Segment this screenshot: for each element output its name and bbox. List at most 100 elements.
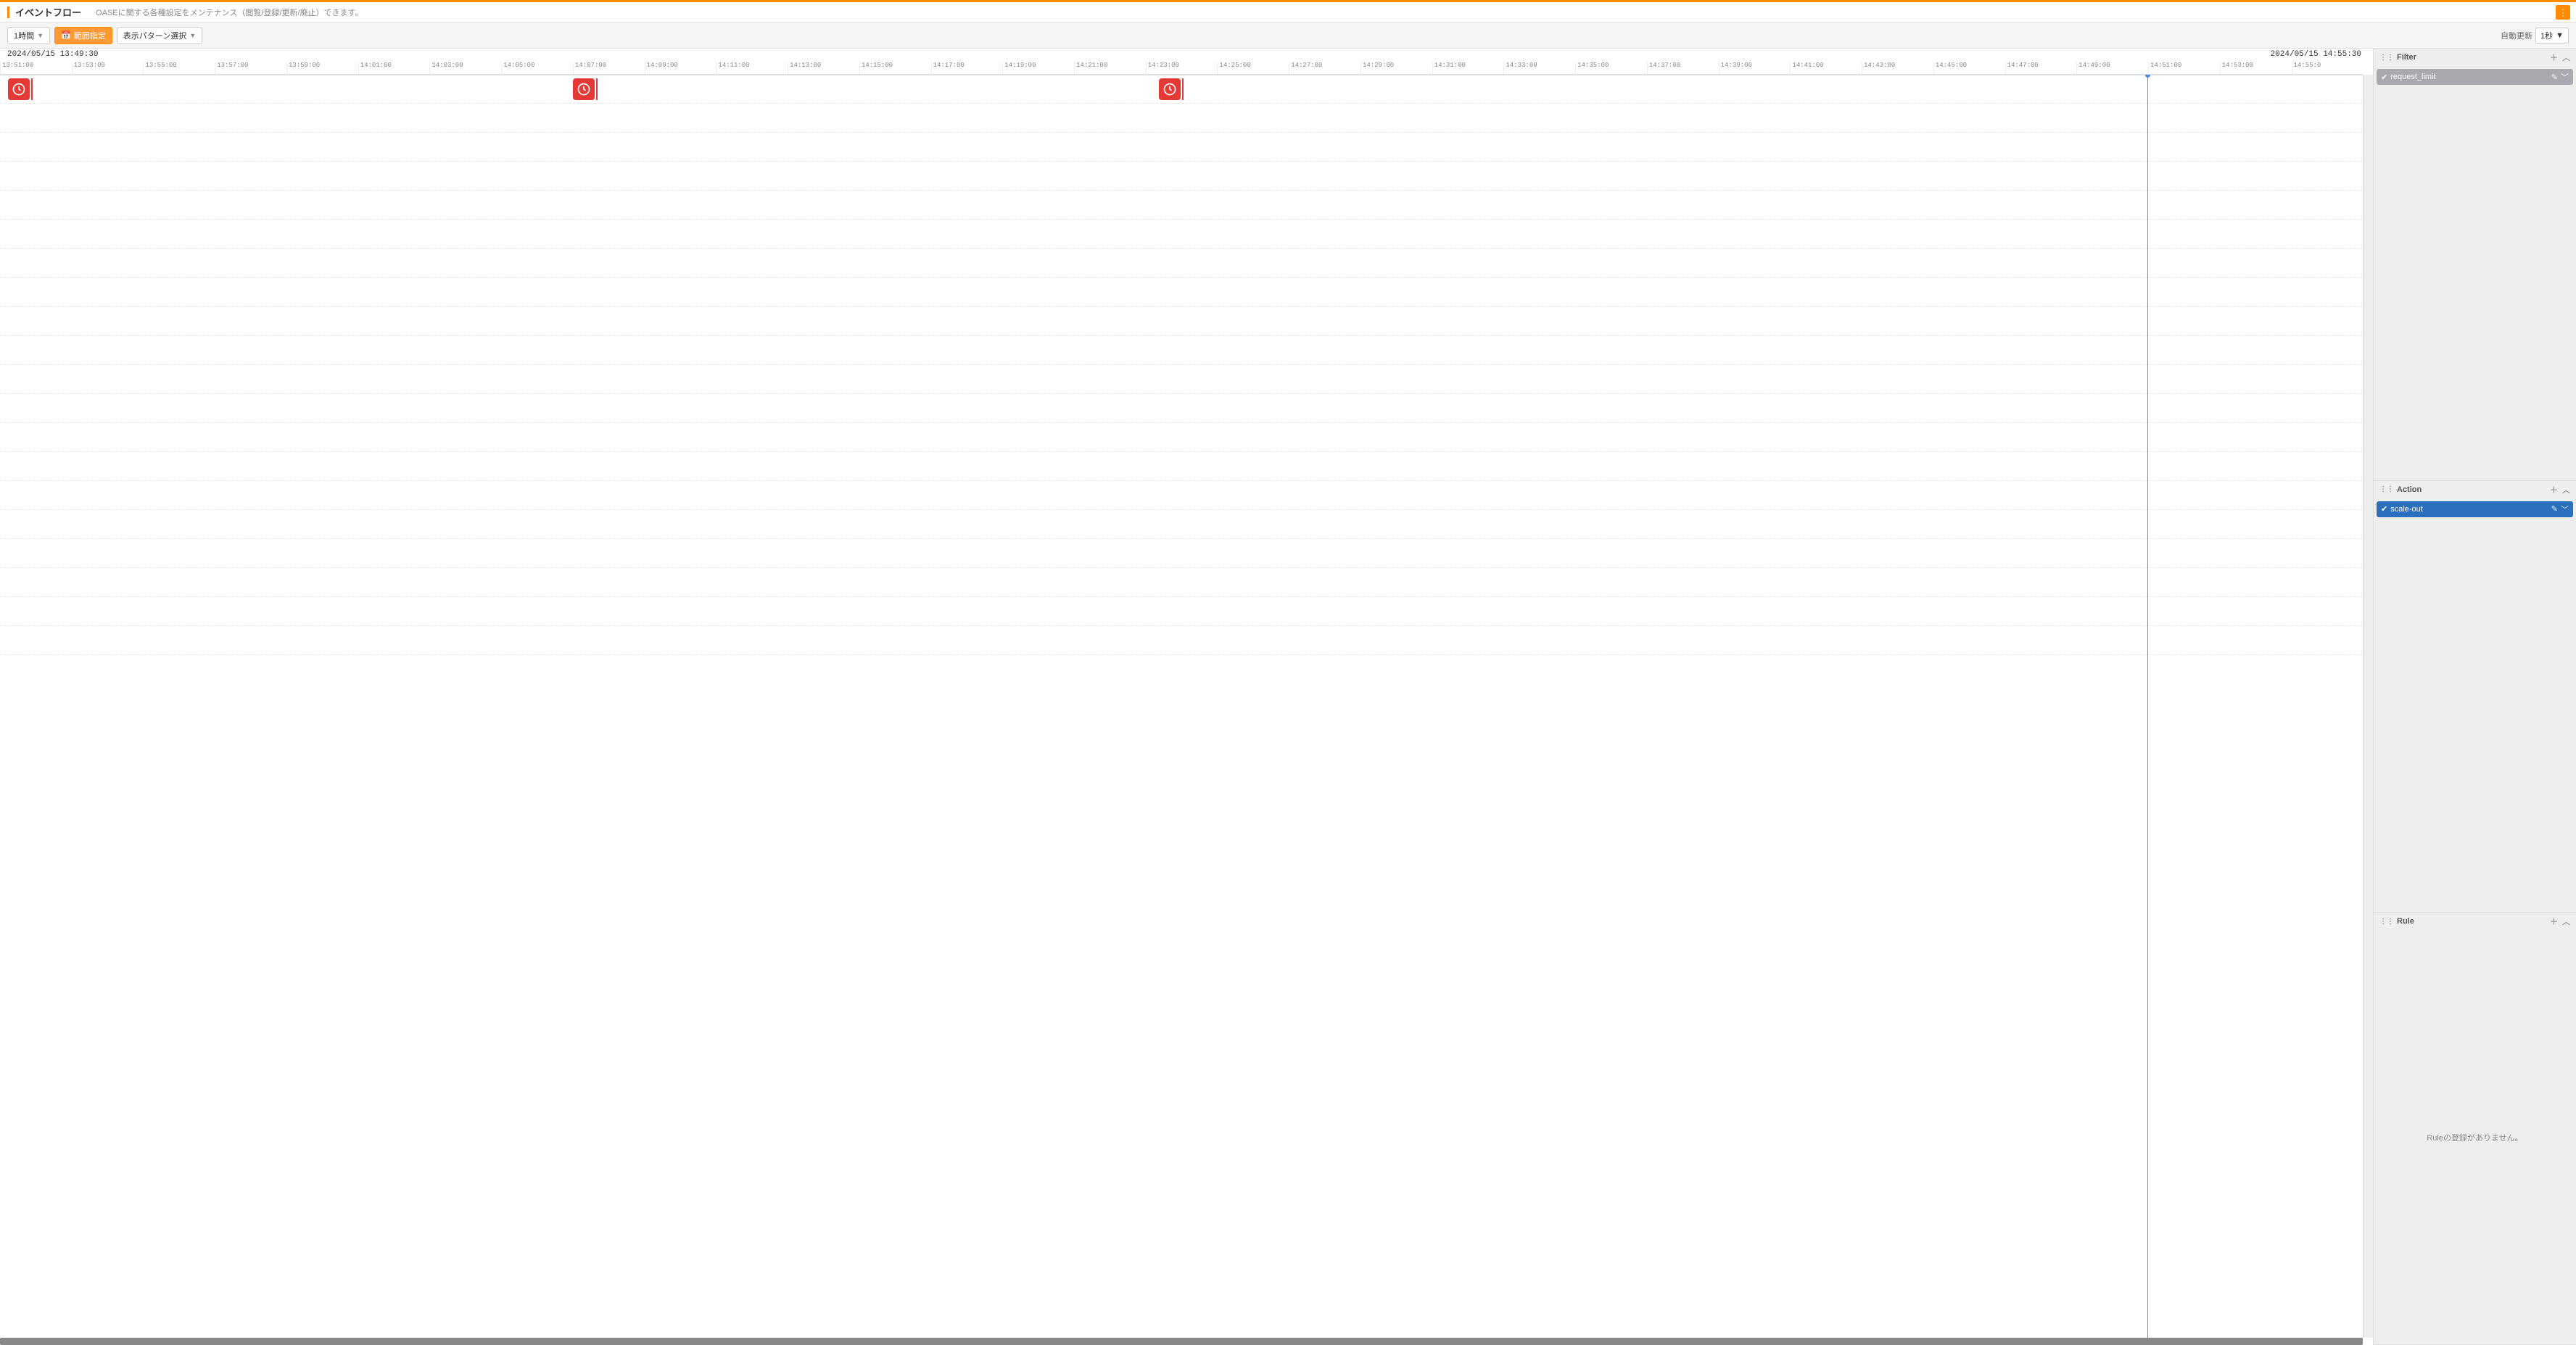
timeline-area: 2024/05/15 13:49:30 2024/05/15 14:55:30 … <box>0 49 2373 1345</box>
timeline-tick: 14:45:00 <box>1933 62 2005 74</box>
edit-item-button[interactable]: ✎ <box>2551 504 2558 514</box>
timeline-row <box>0 510 2363 539</box>
timeline-tick: 14:13:00 <box>788 62 859 74</box>
grip-icon[interactable]: ⋮⋮ <box>2379 485 2394 493</box>
timeline-tick: 14:51:00 <box>2148 62 2220 74</box>
timeline-start-timestamp: 2024/05/15 13:49:30 <box>7 50 98 59</box>
action-panel-body: ✔scale-out✎﹀ <box>2374 498 2576 913</box>
timeline-rows <box>0 75 2363 1338</box>
timeline-row <box>0 423 2363 452</box>
timeline-row <box>0 104 2363 133</box>
timeout-event-icon[interactable] <box>1159 78 1181 100</box>
rule-panel-body: Ruleの登録がありません。 <box>2374 930 2576 1344</box>
timeline-tick-row: 13:51:0013:53:0013:55:0013:57:0013:59:00… <box>0 62 2363 75</box>
timeline-tick: 14:29:00 <box>1361 62 1432 74</box>
timeline-tick: 13:55:00 <box>143 62 215 74</box>
timeout-event-icon[interactable] <box>573 78 595 100</box>
range-specify-button[interactable]: 📅 範囲指定 <box>54 27 112 44</box>
timeline-tick: 14:05:00 <box>501 62 573 74</box>
refresh-interval-value: 1秒 <box>2540 30 2553 41</box>
panel-item-label: request_limit <box>2390 73 2435 81</box>
timeline-tick: 14:21:00 <box>1074 62 1146 74</box>
header-menu-button[interactable]: ⋮ <box>2556 5 2570 20</box>
collapse-action-button[interactable]: ︿ <box>2562 484 2570 495</box>
timeline-row <box>0 365 2363 394</box>
timeline-tick: 14:33:00 <box>1503 62 1575 74</box>
timeline-row <box>0 220 2363 249</box>
timeline-header: 2024/05/15 13:49:30 2024/05/15 14:55:30 … <box>0 49 2373 75</box>
timeline-tick: 14:39:00 <box>1719 62 1791 74</box>
add-filter-button[interactable]: ＋ <box>2550 52 2558 63</box>
timeline-tick: 14:11:00 <box>716 62 788 74</box>
expand-item-button[interactable]: ﹀ <box>2561 71 2569 83</box>
page-description: OASEに関する各種設定をメンテナンス（閲覧/登録/更新/廃止）できます。 <box>96 7 363 18</box>
refresh-interval-dropdown[interactable]: 1秒 ▼ <box>2535 28 2569 44</box>
timeline-row <box>0 481 2363 510</box>
panel-item[interactable]: ✔scale-out✎﹀ <box>2377 501 2573 517</box>
vertical-scrollbar[interactable] <box>2363 75 2373 1338</box>
page-title: イベントフロー <box>15 5 81 19</box>
action-panel-title: Action <box>2397 485 2422 494</box>
add-rule-button[interactable]: ＋ <box>2550 916 2558 927</box>
toolbar-right: 自動更新 1秒 ▼ <box>2501 28 2569 44</box>
timeline-tick: 14:47:00 <box>2005 62 2077 74</box>
rule-empty-message: Ruleの登録がありません。 <box>2377 933 2573 1341</box>
page-header: イベントフロー OASEに関する各種設定をメンテナンス（閲覧/登録/更新/廃止）… <box>0 2 2576 22</box>
side-panels: ⋮⋮ Filter ＋ ︿ ✔request_limit✎﹀ ⋮⋮ Action… <box>2373 49 2576 1345</box>
chevron-down-icon: ▼ <box>189 32 196 39</box>
timeline-row <box>0 568 2363 597</box>
add-action-button[interactable]: ＋ <box>2550 484 2558 495</box>
rule-panel: ⋮⋮ Rule ＋ ︿ Ruleの登録がありません。 <box>2374 913 2576 1345</box>
timeline-tick: 14:41:00 <box>1790 62 1862 74</box>
timeline-body[interactable] <box>0 75 2373 1345</box>
collapse-rule-button[interactable]: ︿ <box>2562 916 2570 927</box>
time-range-dropdown[interactable]: 1時間 ▼ <box>7 27 50 44</box>
timeline-tick: 14:01:00 <box>358 62 430 74</box>
timeout-event-icon[interactable] <box>8 78 30 100</box>
expand-item-button[interactable]: ﹀ <box>2561 503 2569 515</box>
timeline-tick: 14:37:00 <box>1647 62 1719 74</box>
edit-item-button[interactable]: ✎ <box>2551 73 2558 82</box>
header-accent <box>7 7 9 18</box>
timeline-row <box>0 307 2363 336</box>
timeline-tick: 13:51:00 <box>0 62 72 74</box>
timeline-row <box>0 75 2363 104</box>
display-pattern-dropdown[interactable]: 表示パターン選択 ▼ <box>117 27 202 44</box>
timeline-tick: 14:23:00 <box>1146 62 1218 74</box>
time-range-label: 1時間 <box>14 30 34 41</box>
filter-panel-body: ✔request_limit✎﹀ <box>2374 66 2576 480</box>
timeline-tick: 14:35:00 <box>1575 62 1647 74</box>
timeline-tick: 14:03:00 <box>429 62 501 74</box>
event-marker-bar <box>31 78 33 100</box>
filter-panel-title: Filter <box>2397 53 2416 62</box>
event-marker-bar <box>1182 78 1184 100</box>
rule-panel-header: ⋮⋮ Rule ＋ ︿ <box>2374 913 2576 930</box>
grip-icon[interactable]: ⋮⋮ <box>2379 54 2394 62</box>
auto-refresh-label: 自動更新 <box>2501 30 2532 41</box>
timeline-tick: 14:31:00 <box>1432 62 1504 74</box>
grip-icon[interactable]: ⋮⋮ <box>2379 918 2394 926</box>
toolbar: 1時間 ▼ 📅 範囲指定 表示パターン選択 ▼ 自動更新 1秒 ▼ <box>0 22 2576 49</box>
timeline-end-timestamp: 2024/05/15 14:55:30 <box>2271 50 2361 59</box>
timeline-row <box>0 394 2363 423</box>
timeline-row <box>0 191 2363 220</box>
collapse-filter-button[interactable]: ︿ <box>2562 52 2570 63</box>
timeline-row <box>0 539 2363 568</box>
filter-panel-header: ⋮⋮ Filter ＋ ︿ <box>2374 49 2576 66</box>
timeline-row <box>0 162 2363 191</box>
timeline-row <box>0 336 2363 365</box>
horizontal-scrollbar[interactable] <box>0 1338 2363 1345</box>
display-pattern-label: 表示パターン選択 <box>123 30 186 41</box>
timeline-tick: 13:59:00 <box>286 62 358 74</box>
timeline-tick: 13:53:00 <box>72 62 144 74</box>
timeline-tick: 14:53:00 <box>2220 62 2292 74</box>
timeline-tick: 14:55:0 <box>2292 62 2364 74</box>
timeline-row <box>0 249 2363 278</box>
action-panel: ⋮⋮ Action ＋ ︿ ✔scale-out✎﹀ <box>2374 481 2576 913</box>
timeline-tick: 14:09:00 <box>645 62 717 74</box>
timeline-row <box>0 278 2363 307</box>
timeline-row <box>0 626 2363 655</box>
panel-item[interactable]: ✔request_limit✎﹀ <box>2377 69 2573 85</box>
timeline-row <box>0 133 2363 162</box>
event-marker-bar <box>596 78 598 100</box>
